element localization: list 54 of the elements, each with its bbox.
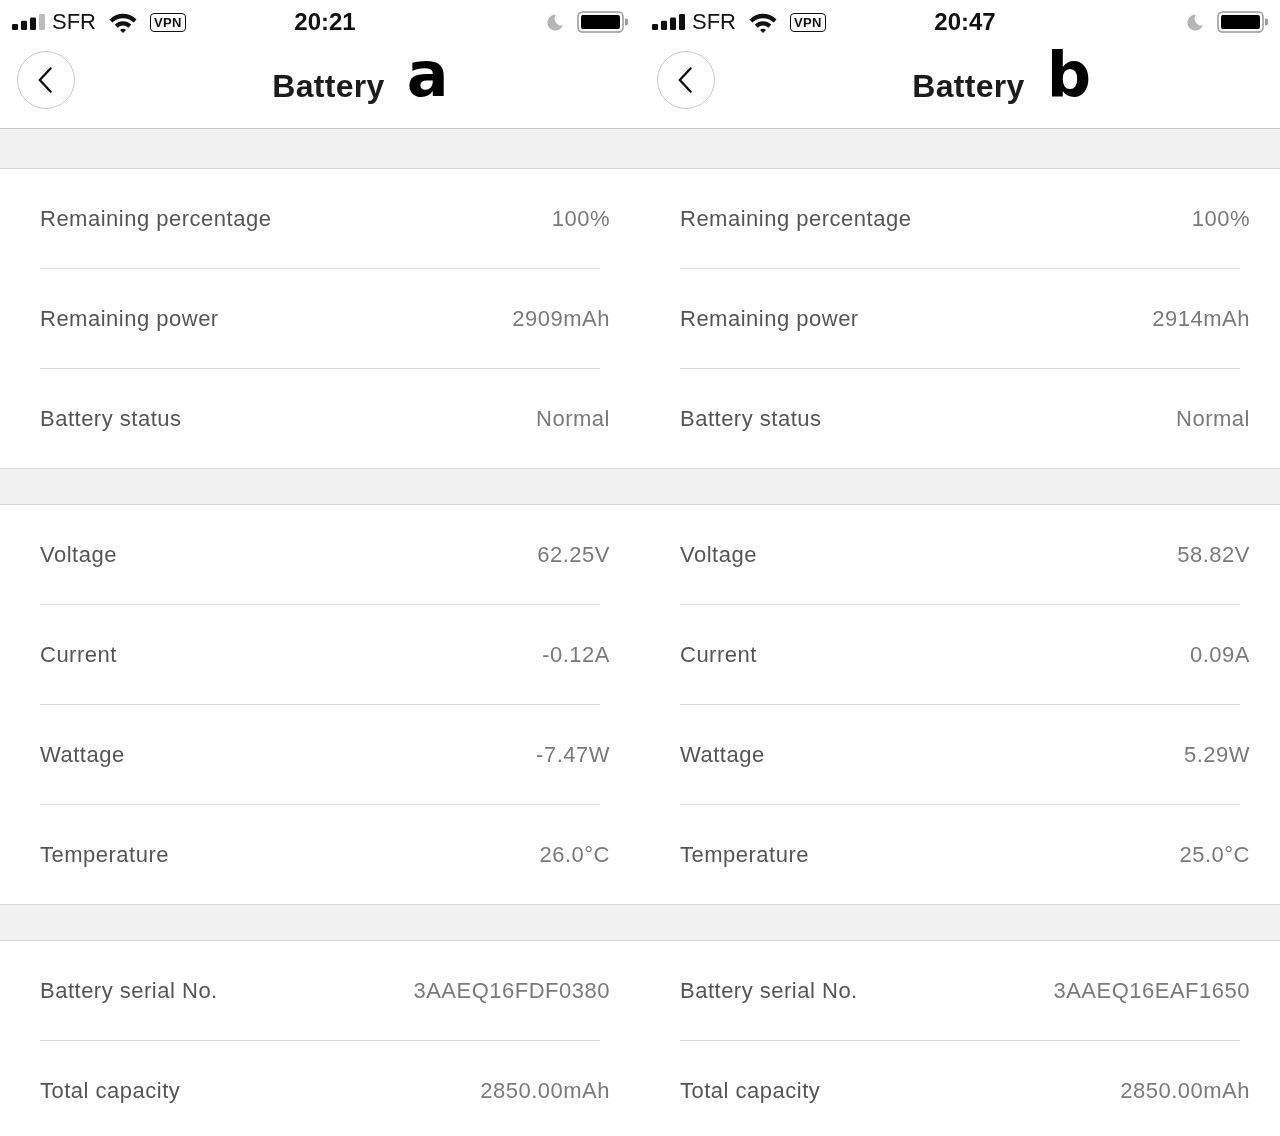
row-label: Current bbox=[680, 641, 757, 668]
battery-icon bbox=[577, 11, 628, 33]
row-value: 62.25V bbox=[537, 541, 610, 568]
battery-icon bbox=[1217, 11, 1268, 33]
moon-icon bbox=[1187, 13, 1203, 31]
status-time: 20:47 bbox=[933, 8, 996, 36]
row-value: 100% bbox=[1191, 205, 1250, 232]
row-label: Temperature bbox=[680, 841, 809, 868]
row-value: Normal bbox=[1176, 405, 1250, 432]
row-value: -7.47W bbox=[536, 741, 610, 768]
screen-title: Battery bbox=[912, 67, 1025, 104]
row-value: 100% bbox=[551, 205, 610, 232]
handwritten-letter: a bbox=[406, 43, 449, 106]
row-value: 25.0°C bbox=[1179, 841, 1250, 868]
row-label: Wattage bbox=[40, 741, 125, 768]
row-label: Remaining power bbox=[40, 305, 219, 332]
chevron-left-icon bbox=[677, 67, 692, 93]
moon-icon bbox=[547, 13, 563, 31]
wifi-icon bbox=[748, 11, 778, 33]
row-label: Voltage bbox=[40, 541, 117, 568]
handwritten-letter: b bbox=[1046, 43, 1092, 106]
screen-title: Battery bbox=[272, 67, 385, 104]
row-label: Battery serial No. bbox=[680, 977, 858, 1004]
row-value: -0.12A bbox=[542, 641, 610, 668]
row-value: 3AAEQ16EAF1650 bbox=[1053, 977, 1250, 1004]
vpn-indicator: VPN bbox=[790, 12, 826, 32]
row-value: 2909mAh bbox=[512, 305, 610, 332]
row-value: 58.82V bbox=[1177, 541, 1250, 568]
vpn-indicator: VPN bbox=[150, 12, 186, 32]
row-value: 2850.00mAh bbox=[480, 1077, 610, 1104]
row-label: Remaining percentage bbox=[680, 205, 912, 232]
row-label: Total capacity bbox=[40, 1077, 181, 1104]
carrier-name: SFR bbox=[52, 11, 96, 33]
row-label: Voltage bbox=[680, 541, 757, 568]
row-value: 26.0°C bbox=[539, 841, 610, 868]
row-value: 2850.00mAh bbox=[1120, 1077, 1250, 1104]
row-value: 5.29W bbox=[1183, 741, 1250, 768]
status-time: 20:21 bbox=[293, 8, 356, 36]
row-value: 3AAEQ16FDF0380 bbox=[413, 977, 610, 1004]
row-label: Current bbox=[40, 641, 117, 668]
chevron-left-icon bbox=[37, 67, 52, 93]
row-value: 0.09A bbox=[1190, 641, 1250, 668]
row-label: Battery status bbox=[40, 405, 182, 432]
row-label: Temperature bbox=[40, 841, 169, 868]
wifi-icon bbox=[108, 11, 138, 33]
row-label: Total capacity bbox=[680, 1077, 821, 1104]
carrier-name: SFR bbox=[692, 11, 736, 33]
row-label: Remaining power bbox=[680, 305, 859, 332]
row-label: Remaining percentage bbox=[40, 205, 272, 232]
row-label: Battery serial No. bbox=[40, 977, 218, 1004]
row-value: 2914mAh bbox=[1152, 305, 1250, 332]
row-label: Battery status bbox=[680, 405, 822, 432]
row-value: Normal bbox=[536, 405, 610, 432]
row-label: Wattage bbox=[680, 741, 765, 768]
